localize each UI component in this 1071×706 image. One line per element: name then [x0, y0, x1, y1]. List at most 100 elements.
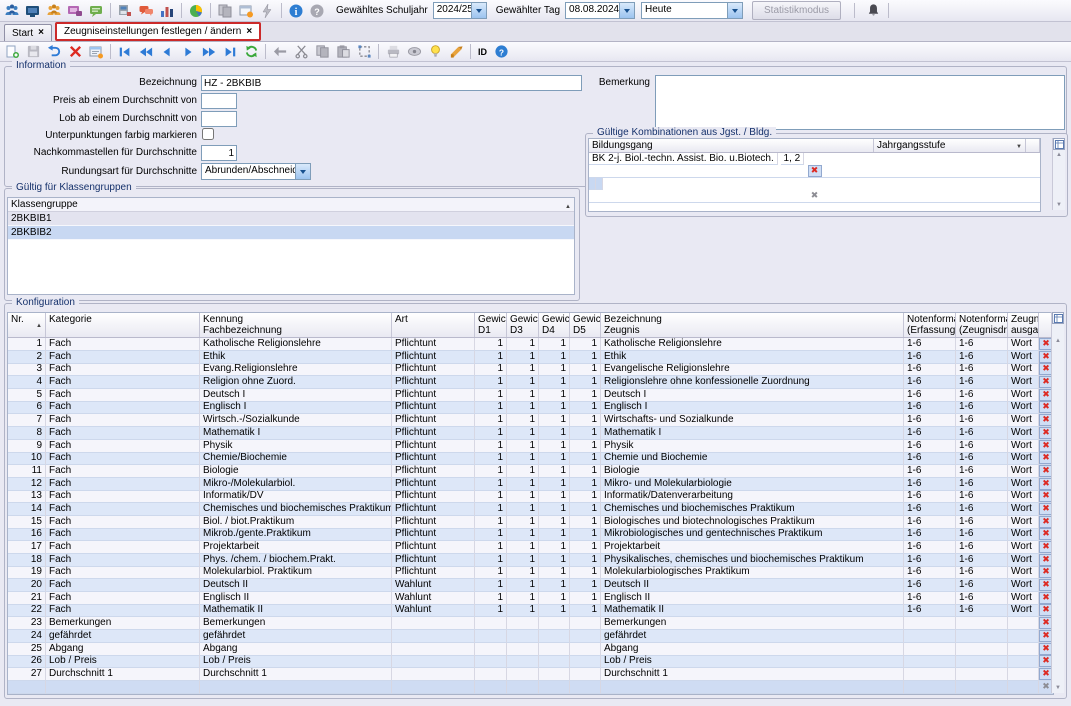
cell-art[interactable]: Pflichtunt	[392, 351, 475, 364]
cell-gewicht-d3[interactable]	[507, 681, 539, 694]
pie-chart-icon[interactable]	[186, 1, 206, 20]
cell-bezeichnung-zeugnis[interactable]: Religionslehre ohne konfessionelle Zuord…	[601, 376, 904, 389]
cell-kategorie[interactable]: Abgang	[46, 643, 200, 656]
cell-kategorie[interactable]: Fach	[46, 516, 200, 529]
cell-bezeichnung-zeugnis[interactable]: Lob / Preis	[601, 655, 904, 668]
cell-gewicht-d3[interactable]: 1	[507, 414, 539, 427]
cell-gewicht-d1[interactable]: 1	[475, 503, 507, 516]
cell-gewicht-d5[interactable]: 1	[570, 541, 601, 554]
detail-form-icon[interactable]	[86, 42, 106, 61]
paste-icon[interactable]	[333, 42, 353, 61]
cell-kennung[interactable]: Wirtsch.-/Sozialkunde	[200, 414, 392, 427]
cell-notenformat-erfassung[interactable]: 1-6	[904, 592, 956, 605]
column-picker-icon[interactable]	[1053, 138, 1065, 150]
cell-gewicht-d1[interactable]: 1	[475, 465, 507, 478]
cell-gewicht-d4[interactable]: 1	[539, 376, 570, 389]
cell-gewicht-d5[interactable]: 1	[570, 351, 601, 364]
print-icon[interactable]	[383, 42, 403, 61]
cell-gewicht-d5[interactable]	[570, 681, 601, 694]
cell-kategorie[interactable]: Fach	[46, 478, 200, 491]
cell-nr[interactable]: 20	[8, 579, 46, 592]
cell-notenformat-erfassung[interactable]: 1-6	[904, 401, 956, 414]
cell-gewicht-d4[interactable]: 1	[539, 351, 570, 364]
cell-gewicht-d4[interactable]: 1	[539, 554, 570, 567]
cell-gewicht-d3[interactable]: 1	[507, 528, 539, 541]
cell-gewicht-d1[interactable]: 1	[475, 592, 507, 605]
preview-icon[interactable]	[404, 42, 424, 61]
nachkommastellen-input[interactable]	[201, 145, 237, 161]
cell-gewicht-d4[interactable]	[539, 617, 570, 630]
cell-zeugnisausgabe[interactable]	[1008, 630, 1039, 643]
cell-gewicht-d5[interactable]: 1	[570, 465, 601, 478]
cell-art[interactable]: Pflichtunt	[392, 363, 475, 376]
cell-notenformat-zeugnisdruck[interactable]	[956, 681, 1008, 694]
cell-kennung[interactable]: Mikrob./gente.Praktikum	[200, 528, 392, 541]
cell-gewicht-d3[interactable]	[507, 630, 539, 643]
cell-notenformat-erfassung[interactable]: 1-6	[904, 338, 956, 351]
cell-gewicht-d1[interactable]: 1	[475, 401, 507, 414]
table-row[interactable]: 2 Fach Ethik Pflichtunt 1 1 1 1 Ethik 1-…	[8, 351, 1053, 364]
cell-art[interactable]: Pflichtunt	[392, 465, 475, 478]
column-header-gewicht-d1[interactable]: GewichtD1	[475, 313, 507, 337]
cell-kennung[interactable]: Katholische Religionslehre	[200, 338, 392, 351]
cell-notenformat-zeugnisdruck[interactable]: 1-6	[956, 427, 1008, 440]
cell-art[interactable]: Pflichtunt	[392, 478, 475, 491]
cell-notenformat-zeugnisdruck[interactable]: 1-6	[956, 503, 1008, 516]
cell-art[interactable]	[392, 655, 475, 668]
cell-kategorie[interactable]: Bemerkungen	[46, 617, 200, 630]
cell-gewicht-d4[interactable]: 1	[539, 592, 570, 605]
cell-gewicht-d1[interactable]: 1	[475, 338, 507, 351]
cell-bezeichnung-zeugnis[interactable]: Mathematik I	[601, 427, 904, 440]
cell-zeugnisausgabe[interactable]: Wort	[1008, 389, 1039, 402]
table-row[interactable]: 18 Fach Phys. /chem. / biochem.Prakt. Pf…	[8, 554, 1053, 567]
cell-gewicht-d5[interactable]: 1	[570, 440, 601, 453]
green-board-icon[interactable]	[86, 1, 106, 20]
undo-icon[interactable]	[44, 42, 64, 61]
table-row[interactable]: 10 Fach Chemie/Biochemie Pflichtunt 1 1 …	[8, 452, 1053, 465]
cell-kategorie[interactable]	[46, 681, 200, 694]
cell-gewicht-d1[interactable]: 1	[475, 554, 507, 567]
cell-gewicht-d4[interactable]: 1	[539, 401, 570, 414]
cell-notenformat-erfassung[interactable]	[904, 668, 956, 681]
cell-gewicht-d5[interactable]: 1	[570, 516, 601, 529]
cell-notenformat-erfassung[interactable]	[904, 617, 956, 630]
cell-art[interactable]	[392, 681, 475, 694]
cell-gewicht-d1[interactable]: 1	[475, 427, 507, 440]
cell-kennung[interactable]: Biologie	[200, 465, 392, 478]
cell-gewicht-d3[interactable]: 1	[507, 604, 539, 617]
cell-kennung[interactable]: Chemie/Biochemie	[200, 452, 392, 465]
cell-gewicht-d4[interactable]	[539, 630, 570, 643]
cell-art[interactable]: Pflichtunt	[392, 414, 475, 427]
column-header-bildungsgang[interactable]: Bildungsgang	[589, 139, 874, 152]
cell-gewicht-d1[interactable]: 1	[475, 351, 507, 364]
cell-gewicht-d3[interactable]	[507, 617, 539, 630]
cell-gewicht-d5[interactable]: 1	[570, 376, 601, 389]
cell-bezeichnung-zeugnis[interactable]: Chemisches und biochemisches Praktikum	[601, 503, 904, 516]
cell-gewicht-d3[interactable]: 1	[507, 503, 539, 516]
cell-nr[interactable]: 10	[8, 452, 46, 465]
table-row[interactable]: 8 Fach Mathematik I Pflichtunt 1 1 1 1 M…	[8, 427, 1053, 440]
cell-gewicht-d4[interactable]: 1	[539, 440, 570, 453]
cell-bezeichnung-zeugnis[interactable]: gefährdet	[601, 630, 904, 643]
cell-bezeichnung-zeugnis[interactable]: Mikro- und Molekularbiologie	[601, 478, 904, 491]
cell-gewicht-d1[interactable]	[475, 668, 507, 681]
cell-notenformat-zeugnisdruck[interactable]: 1-6	[956, 516, 1008, 529]
cell-notenformat-zeugnisdruck[interactable]: 1-6	[956, 401, 1008, 414]
cell-gewicht-d4[interactable]: 1	[539, 604, 570, 617]
cell-gewicht-d4[interactable]: 1	[539, 566, 570, 579]
cell-gewicht-d5[interactable]	[570, 617, 601, 630]
cell-gewicht-d4[interactable]: 1	[539, 478, 570, 491]
cell-nr[interactable]: 14	[8, 503, 46, 516]
cell-notenformat-erfassung[interactable]	[904, 681, 956, 694]
cell-notenformat-zeugnisdruck[interactable]	[956, 630, 1008, 643]
cell-kennung[interactable]	[200, 681, 392, 694]
cell-art[interactable]: Pflichtunt	[392, 566, 475, 579]
cell-gewicht-d3[interactable]: 1	[507, 592, 539, 605]
students-group-icon[interactable]	[2, 1, 22, 20]
cell-bezeichnung-zeugnis[interactable]: Wirtschafts- und Sozialkunde	[601, 414, 904, 427]
cell-nr[interactable]	[8, 681, 46, 694]
cell-gewicht-d4[interactable]: 1	[539, 503, 570, 516]
cell-notenformat-erfassung[interactable]: 1-6	[904, 503, 956, 516]
cell-zeugnisausgabe[interactable]	[1008, 643, 1039, 656]
lightning-icon[interactable]	[257, 1, 277, 20]
